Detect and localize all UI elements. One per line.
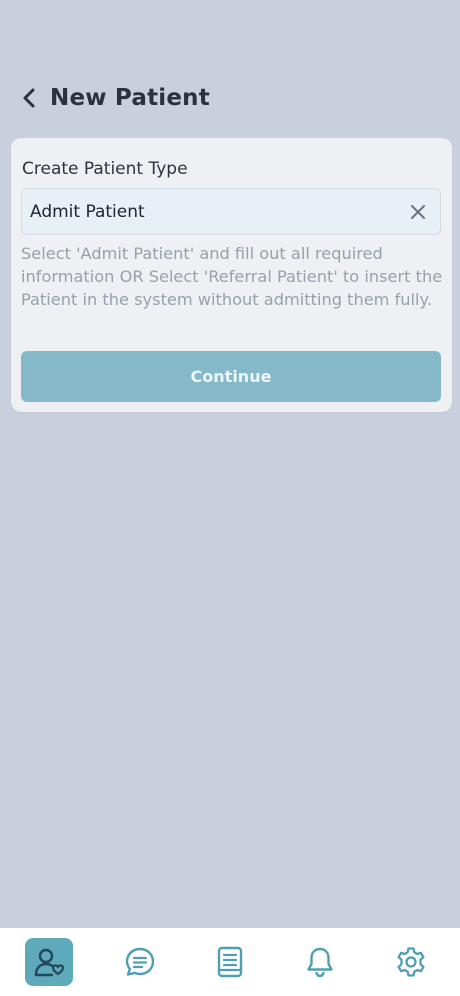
gear-icon [397,947,425,977]
bottom-nav [0,928,460,996]
clear-button[interactable] [406,200,430,224]
nav-item-library[interactable] [206,938,254,986]
continue-button[interactable]: Continue [21,351,441,402]
chevron-left-icon [23,88,35,108]
bell-icon [307,947,334,978]
select-value: Admit Patient [30,201,145,222]
page-header: New Patient [20,80,210,116]
nav-item-messages[interactable] [116,938,164,986]
back-button[interactable] [20,86,38,110]
nav-item-notifications[interactable] [296,938,344,986]
help-text: Select 'Admit Patient' and fill out all … [21,244,443,309]
patients-icon [34,948,65,977]
book-icon [217,946,243,978]
chat-icon [125,947,154,976]
page-title: New Patient [50,85,210,111]
nav-item-settings[interactable] [387,938,435,986]
nav-item-patients[interactable] [25,938,74,986]
patient-type-card: Create Patient Type Admit Patient Select… [11,138,452,412]
field-label: Create Patient Type [22,159,188,179]
close-icon [411,204,425,219]
patient-type-select[interactable]: Admit Patient [21,188,441,235]
